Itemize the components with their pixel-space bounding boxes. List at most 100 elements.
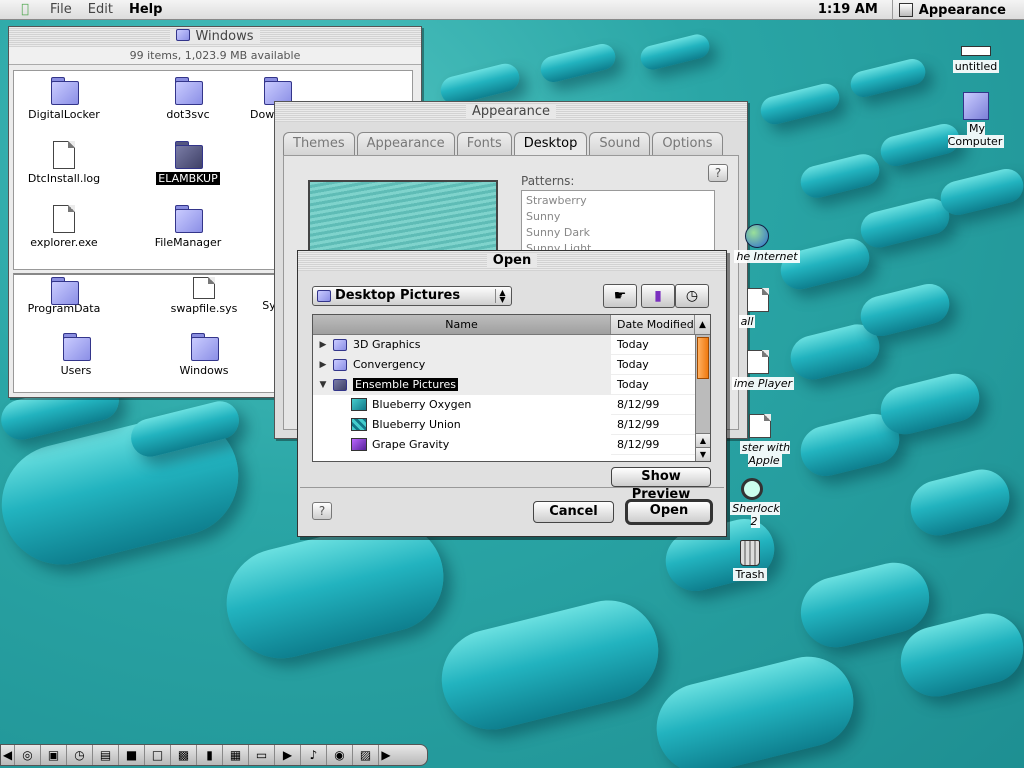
web-sharing-icon[interactable]: ▨ <box>353 745 379 765</box>
desktop-icon-untitled[interactable]: untitled <box>946 46 1006 73</box>
display-icon[interactable]: ▭ <box>249 745 275 765</box>
file-icon-swapfile-sys[interactable]: swapfile.sys <box>154 277 254 315</box>
desktop-icon-label: Trash <box>733 568 767 581</box>
show-preview-button[interactable]: Show Preview <box>611 467 711 502</box>
desktop-icon-mail[interactable]: all <box>727 288 769 328</box>
file-icon-dot3svc[interactable]: dot3svc <box>138 77 238 121</box>
menubar-clock[interactable]: 1:19 AM <box>804 0 893 20</box>
file-browser-list[interactable]: Name Date Modified ▲​ ▶ 3D Graphics Today… <box>312 314 711 462</box>
desktop-icon-label: all <box>738 315 756 328</box>
file-sharing-icon[interactable]: ▤ <box>93 745 119 765</box>
pattern-item[interactable]: Sunny Dark <box>526 225 710 241</box>
speaker-icon[interactable]: ♪ <box>301 745 327 765</box>
file-icon-dtcinstall-log[interactable]: DtcInstall.log <box>14 141 114 185</box>
desktop-icon-register[interactable]: ster with Apple <box>727 414 803 467</box>
open-help-button[interactable]: ? <box>312 502 332 520</box>
folder-icon <box>51 77 79 105</box>
menu-file[interactable]: File <box>50 2 72 17</box>
dialog-separator <box>300 487 724 488</box>
file-icon-elambkup[interactable]: ELAMBKUP <box>138 141 238 185</box>
location-popup[interactable]: Desktop Pictures ▲ ▼ <box>312 286 512 306</box>
pencil-icon <box>749 414 771 438</box>
scrollbar-thumb[interactable] <box>697 337 709 379</box>
tab-themes[interactable]: Themes <box>283 132 355 155</box>
tab-appearance[interactable]: Appearance <box>356 132 455 155</box>
file-icon-programdata[interactable]: ProgramData <box>14 277 114 315</box>
desktop-icon-trash[interactable]: Trash <box>730 540 770 581</box>
sort-direction-icon[interactable]: ▲​ <box>695 315 710 334</box>
list-item[interactable]: Blueberry Union 8/12/99 <box>313 414 695 435</box>
tab-sound[interactable]: Sound <box>589 132 651 155</box>
desktop-icon-internet[interactable]: he Internet <box>727 224 807 263</box>
file-icon-windows[interactable]: Windows <box>154 333 254 377</box>
finder-titlebar[interactable]: Windows <box>9 27 421 47</box>
appearance-help-button[interactable]: ? <box>708 164 728 182</box>
appearance-titlebar[interactable]: Appearance <box>275 102 747 122</box>
disclosure-triangle-icon[interactable]: ▶ <box>317 340 329 350</box>
speech-icon[interactable]: ◉ <box>327 745 353 765</box>
picture-icon <box>351 418 367 431</box>
file-label: dot3svc <box>166 108 210 121</box>
tab-desktop[interactable]: Desktop <box>513 132 588 156</box>
appearance-tabs: Themes Appearance Fonts Desktop Sound Op… <box>283 132 725 156</box>
list-item[interactable]: Blueberry Oxygen 8/12/99 <box>313 394 695 415</box>
menu-edit[interactable]: Edit <box>88 2 113 17</box>
file-icon-digitallocker[interactable]: DigitalLocker <box>14 77 114 121</box>
list-item[interactable]: Grape Gravity 8/12/99 <box>313 434 695 455</box>
list-item[interactable]: ▶ 3D Graphics Today <box>313 334 695 355</box>
document-icon <box>53 205 75 233</box>
cd-icon[interactable]: ◎ <box>15 745 41 765</box>
folder-icon <box>317 290 331 302</box>
item-name: Ensemble Pictures <box>353 378 458 391</box>
item-name: Blueberry Oxygen <box>372 398 472 411</box>
disclosure-triangle-open-icon[interactable]: ▼ <box>317 380 329 390</box>
scroll-up-arrow-icon[interactable]: ▲ <box>696 433 710 447</box>
clock-icon[interactable]: ◷ <box>67 745 93 765</box>
monitor-icon[interactable]: ▣ <box>41 745 67 765</box>
control-strip-tab-left[interactable]: ◀ <box>1 745 15 765</box>
shortcuts-button[interactable]: ☛ <box>603 284 637 308</box>
tab-options[interactable]: Options <box>652 132 723 155</box>
disclosure-triangle-icon[interactable]: ▶ <box>317 360 329 370</box>
cancel-button[interactable]: Cancel <box>533 501 614 523</box>
desktop-icon-my-computer[interactable]: My Computer <box>938 92 1014 148</box>
recent-button[interactable]: ◷ <box>675 284 709 308</box>
control-strip-tab-right[interactable]: ▶ <box>379 745 393 765</box>
open-button[interactable]: Open <box>625 499 713 525</box>
magnifier-icon <box>741 478 763 500</box>
remote-access-icon[interactable]: ▶ <box>275 745 301 765</box>
file-icon-filemanager[interactable]: FileManager <box>138 205 238 249</box>
item-date: 8/12/99 <box>617 398 660 411</box>
file-icon-users[interactable]: Users <box>26 333 126 377</box>
list-item[interactable]: ▶ Convergency Today <box>313 354 695 375</box>
favorites-button[interactable]: ▮ <box>641 284 675 308</box>
column-header-name[interactable]: Name <box>313 315 611 334</box>
pattern-icon[interactable]: ▦ <box>223 745 249 765</box>
finder-info-bar: 99 items, 1,023.9 MB available <box>9 47 421 65</box>
pattern-item[interactable]: Sunny <box>526 209 710 225</box>
scroll-down-arrow-icon[interactable]: ▼ <box>696 447 710 461</box>
menu-help[interactable]: Help <box>129 2 162 17</box>
lock-icon[interactable]: ■ <box>119 745 145 765</box>
open-dialog: Open Desktop Pictures ▲ ▼ ☛ ▮ ◷ Name Date… <box>297 250 727 537</box>
folder-icon <box>333 338 347 351</box>
printer-icon[interactable]: ▮ <box>197 745 223 765</box>
desktop-icon-label: ster with Apple <box>739 441 791 467</box>
list-scrollbar[interactable]: ▲ ▼ <box>695 335 710 461</box>
keychain-icon[interactable]: □ <box>145 745 171 765</box>
tab-fonts[interactable]: Fonts <box>456 132 512 155</box>
list-item[interactable]: ▼ Ensemble Pictures Today <box>313 374 695 395</box>
item-date: Today <box>617 338 649 351</box>
apple-menu-icon[interactable]:  <box>14 2 36 17</box>
appearance-app-icon <box>898 3 913 17</box>
folder-icon <box>175 141 203 169</box>
application-menu[interactable]: Appearance <box>893 3 1024 18</box>
column-header-date[interactable]: Date Modified <box>611 315 695 334</box>
file-icon-explorer-exe[interactable]: explorer.exe <box>14 205 114 249</box>
network-icon[interactable]: ▩ <box>171 745 197 765</box>
open-dialog-titlebar[interactable]: Open <box>298 251 726 271</box>
desktop-icon-media-player[interactable]: ime Player <box>727 350 799 390</box>
menu-bar:  File Edit Help 1:19 AM Appearance <box>0 0 1024 20</box>
pattern-item[interactable]: Strawberry <box>526 193 710 209</box>
desktop-icon-sherlock[interactable]: Sherlock 2 <box>727 478 783 528</box>
